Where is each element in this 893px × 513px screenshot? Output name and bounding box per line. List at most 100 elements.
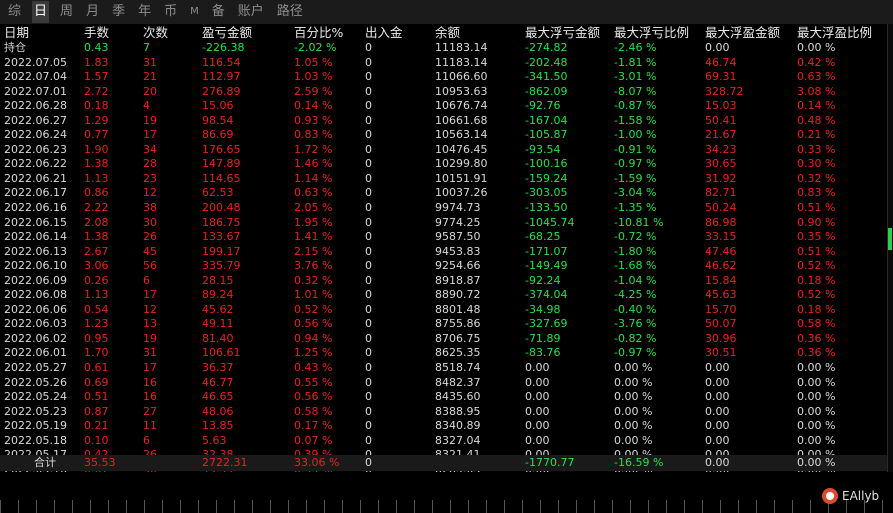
tab-9[interactable]: 账户 [236,1,266,23]
table-cell: 0.00 % [797,390,836,404]
table-cell: 50.41 [705,113,737,127]
table-row[interactable]: 2022.06.28 0.18 4 15.06 0.14 % 0 10676.74 -92.7… [0,99,887,114]
table-row[interactable]: 2022.05.24 0.51 16 46.65 0.56 % 0 8435.60 0.00 0… [0,390,887,405]
table-row[interactable]: 2022.05.19 0.21 11 13.85 0.17 % 0 8340.89 0.00 0… [0,419,887,434]
table-cell: -167.04 [525,113,568,127]
table-cell: 0 [365,113,372,127]
table-row[interactable]: 2022.06.09 0.26 6 28.15 0.32 % 0 8918.87 -92.24… [0,274,887,289]
table-row[interactable]: 2022.06.01 1.70 31 106.61 1.25 % 0 8625.35 -83.… [0,346,887,361]
column-header-5[interactable]: 出入金 [365,25,435,41]
table-cell: 0.26 [84,273,109,287]
tab-6[interactable]: 币 [162,1,179,23]
table-row[interactable]: 2022.06.17 0.86 12 62.53 0.63 % 0 10037.26 -303… [0,186,887,201]
table-cell: 0.86 [84,186,109,200]
table-row[interactable]: 2022.07.04 1.57 21 112.97 1.03 % 0 11066.60 -34… [0,70,887,85]
table-row[interactable]: 2022.05.18 0.10 6 5.63 0.07 % 0 8327.04 0.00 0.0… [0,434,887,449]
table-cell: -202.48 [525,55,568,69]
table-row[interactable]: 2022.06.10 3.06 56 335.79 3.76 % 0 9254.66 -149… [0,259,887,274]
table-cell: 0.00 [705,361,730,375]
table-cell: 45.62 [202,302,234,316]
table-cell: 0.00 [525,433,550,447]
table-row[interactable]: 2022.06.02 0.95 19 81.40 0.94 % 0 8706.75 -71.8… [0,332,887,347]
tab-2[interactable]: 周 [58,1,75,23]
column-header-6[interactable]: 余额 [435,25,525,41]
tab-8[interactable]: 备 [210,1,227,23]
table-cell: 2022.06.14 [4,230,67,244]
table-row[interactable]: 2022.05.23 0.87 27 48.06 0.58 % 0 8388.95 0.00 0… [0,405,887,420]
table-cell: 49.11 [202,317,234,331]
table-row[interactable]: 2022.06.13 2.67 45 199.17 2.15 % 0 9453.83 -171… [0,245,887,260]
table-cell: 2022.05.26 [4,375,67,389]
table-cell: 0 [365,142,372,156]
tab-1[interactable]: 日 [32,1,50,23]
table-cell: 48.06 [202,404,234,418]
total-cell: -16.59 % [614,456,664,469]
table-cell: 12 [143,302,157,316]
table-row[interactable]: 2022.06.14 1.38 26 133.67 1.41 % 0 9587.50 -68.… [0,230,887,245]
tab-7[interactable]: M [188,1,201,23]
table-row[interactable]: 2022.06.03 1.23 13 49.11 0.56 % 0 8755.86 -327.… [0,317,887,332]
table-cell: 16 [143,375,157,389]
table-row[interactable]: 2022.06.16 2.22 38 200.48 2.05 % 0 9974.73 -133… [0,201,887,216]
table-row[interactable]: 2022.06.24 0.77 17 86.69 0.83 % 0 10563.14 -105… [0,128,887,143]
table-cell: 0.00 % [797,419,836,433]
table-cell: -2.46 % [614,41,657,54]
column-header-7[interactable]: 最大浮亏金额 [525,25,614,41]
column-header-1[interactable]: 手数 [84,25,143,41]
table-cell: 199.17 [202,244,241,258]
table-row[interactable]: 2022.06.27 1.29 19 98.54 0.93 % 0 10661.68 -167… [0,114,887,129]
column-header-10[interactable]: 最大浮盈比例 [797,25,887,41]
table-row[interactable]: 2022.05.27 0.61 17 36.37 0.43 % 0 8518.74 0.00 0… [0,361,887,376]
total-cell [143,455,202,471]
table-cell: 0.69 [84,375,109,389]
table-row[interactable]: 持仓 0.43 7 -226.38 -2.02 % 0 11183.14 -274.82 -2.… [0,41,887,56]
column-header-2[interactable]: 次数 [143,25,202,41]
logo-icon [822,488,838,504]
table-row[interactable]: 2022.07.05 1.83 31 116.54 1.05 % 0 11183.14 -20… [0,56,887,71]
table-row[interactable]: 2022.06.15 2.08 30 186.75 1.95 % 0 9774.25 -104… [0,216,887,231]
table-cell: 0.00 % [614,390,653,404]
table-cell: -83.76 [525,346,561,360]
table-cell: 0 [365,375,372,389]
table-cell: 1.14 % [294,171,333,185]
table-row[interactable]: 2022.06.08 1.13 17 89.24 1.01 % 0 8890.72 -374.… [0,288,887,303]
table-cell: 0.00 % [797,433,836,447]
table-cell: 276.89 [202,84,241,98]
table-cell: -100.16 [525,157,568,171]
table-cell: 1.13 [84,171,109,185]
column-header-0[interactable]: 日期 [0,25,84,41]
table-cell: -1.00 % [614,128,657,142]
column-header-3[interactable]: 盈亏金额 [202,25,294,41]
table-cell: 30 [143,215,157,229]
table-row[interactable]: 2022.06.21 1.13 23 114.65 1.14 % 0 10151.91 -15… [0,172,887,187]
table-cell: 1.25 % [294,346,333,360]
scroll-position-marker[interactable] [888,228,892,250]
table-cell: 0 [365,230,372,244]
table-cell: 2022.07.05 [4,55,67,69]
tab-4[interactable]: 季 [110,1,127,23]
tab-5[interactable]: 年 [136,1,153,23]
table-row[interactable]: 2022.05.26 0.69 16 46.77 0.55 % 0 8482.37 0.00 0… [0,376,887,391]
column-header-4[interactable]: 百分比% [294,25,365,41]
total-cell: 33.06 % [294,456,340,469]
table-cell: -3.01 % [614,70,657,84]
table-cell: -0.97 % [614,157,657,171]
total-cell: 0 [365,456,372,469]
table-cell: 0.93 % [294,113,333,127]
tab-10[interactable]: 路径 [275,1,305,23]
table-row[interactable]: 2022.06.23 1.90 34 176.65 1.72 % 0 10476.45 -93… [0,143,887,158]
table-row[interactable]: 2022.06.22 1.38 28 147.89 1.46 % 0 10299.80 -10… [0,157,887,172]
tab-3[interactable]: 月 [84,1,101,23]
table-cell: 10037.26 [435,186,488,200]
column-header-9[interactable]: 最大浮盈金额 [705,25,797,41]
column-header-8[interactable]: 最大浮亏比例 [614,25,705,41]
table-cell: 28.15 [202,273,234,287]
table-row[interactable]: 2022.06.06 0.54 12 45.62 0.52 % 0 8801.48 -34.9… [0,303,887,318]
table-cell: 1.29 [84,113,109,127]
table-row[interactable]: 2022.07.01 2.72 20 276.89 2.59 % 0 10953.63 -86… [0,85,887,100]
table-cell: -226.38 [202,41,245,54]
table-cell: -1.58 % [614,113,657,127]
tab-0[interactable]: 综 [6,1,23,23]
daily-report-table: 日期 手数 次数 盈亏金额 百分比% 出入金 余额 最大浮亏金额 最大浮亏比例 最大浮盈金额 最大浮… [0,25,887,492]
table-cell: 17 [143,128,157,142]
